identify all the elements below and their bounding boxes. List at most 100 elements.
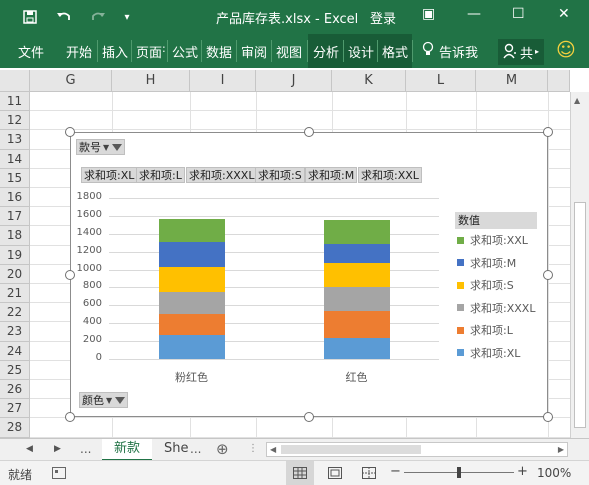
redo-icon[interactable] [84,7,112,27]
resize-handle[interactable] [543,270,553,280]
row-header[interactable]: 25 [0,360,30,380]
row-header[interactable]: 15 [0,168,30,188]
row-header[interactable]: 23 [0,322,30,342]
zoom-out-button[interactable]: − [390,464,401,479]
row-header[interactable]: 18 [0,226,30,246]
bar-segment[interactable] [323,263,390,287]
row-header[interactable]: 19 [0,245,30,265]
bar-segment[interactable] [323,310,390,338]
bar-segment[interactable] [158,218,225,242]
resize-handle[interactable] [543,412,553,422]
bar-segment[interactable] [323,220,390,244]
column-header[interactable]: J [256,70,332,92]
row-header[interactable]: 16 [0,188,30,208]
column-header[interactable]: L [406,70,476,92]
sheet-more-left[interactable]: ... [80,442,91,456]
legend-item[interactable]: 求和项:XXL [457,232,528,248]
pivot-chart[interactable]: 款号 ▼ 求和项:XL 求和项:L 求和项:XXXL 求和项:S 求和项:M 求和… [70,132,548,417]
legend-item[interactable]: 求和项:S [457,277,514,293]
resize-handle[interactable] [304,412,314,422]
row-header[interactable]: 14 [0,149,30,169]
select-all-corner[interactable] [0,70,30,92]
column-header[interactable]: I [190,70,256,92]
row-header[interactable]: 21 [0,284,30,304]
save-icon[interactable] [20,7,40,27]
tab-review[interactable]: 审阅 [241,42,267,61]
resize-handle[interactable] [65,270,75,280]
column-header[interactable] [548,70,570,92]
sheet-next-icon[interactable]: ▶ [54,444,61,454]
zoom-in-button[interactable]: + [517,464,528,479]
bar-segment[interactable] [323,337,390,359]
scroll-up-icon[interactable]: ▲ [574,96,580,105]
row-header[interactable]: 26 [0,380,30,400]
tell-me-box[interactable]: 告诉我 [439,42,478,61]
resize-handle[interactable] [543,127,553,137]
row-header[interactable]: 28 [0,418,30,438]
tab-data[interactable]: 数据 [206,42,232,61]
tab-file[interactable]: 文件 [18,42,44,61]
resize-handle[interactable] [304,127,314,137]
row-header[interactable]: 24 [0,341,30,361]
minimize-button[interactable]: — [467,6,481,22]
add-sheet-icon[interactable]: ⊕ [216,440,229,458]
legend-item[interactable]: 求和项:M [457,255,516,271]
value-field-button[interactable]: 求和项:XXXL [186,167,258,183]
bar-segment[interactable] [323,243,390,264]
customize-qa-button[interactable]: ▾ [120,7,134,27]
smiley-icon[interactable]: ☺ [556,39,576,61]
legend-item[interactable]: 求和项:XL [457,345,520,361]
bar-segment[interactable] [158,266,225,292]
row-header[interactable]: 11 [0,92,30,112]
row-header[interactable]: 12 [0,111,30,131]
bar-segment[interactable] [158,291,225,315]
bar-segment[interactable] [323,286,390,311]
tab-formulas[interactable]: 公式 [172,42,198,61]
bar-segment[interactable] [158,241,225,267]
row-header[interactable]: 17 [0,207,30,227]
column-header[interactable]: H [112,70,190,92]
tab-design[interactable]: 设计 [348,42,374,61]
page-break-view-icon[interactable] [362,467,376,482]
tab-view[interactable]: 视图 [276,42,302,61]
filter-field-button[interactable]: 款号 ▼ [76,139,126,155]
value-field-button[interactable]: 求和项:XXL [358,167,422,183]
bar-segment[interactable] [158,334,225,359]
zoom-slider-thumb[interactable] [457,467,461,478]
scroll-thumb[interactable] [574,202,586,428]
sheet-tab[interactable]: She [164,441,189,456]
row-header[interactable]: 20 [0,264,30,284]
tab-analyze[interactable]: 分析 [313,42,339,61]
sheet-more-right[interactable]: ... [190,442,201,456]
sheet-tab-active[interactable]: 新款 [102,439,152,461]
row-header[interactable]: 27 [0,399,30,419]
column-header[interactable]: K [332,70,406,92]
resize-handle[interactable] [65,412,75,422]
login-link[interactable]: 登录 [370,8,396,27]
maximize-button[interactable]: ☐ [512,6,525,22]
bar-segment[interactable] [158,314,225,335]
scroll-right-icon[interactable]: ▶ [558,445,564,454]
page-layout-view-icon[interactable] [328,467,342,482]
tab-page-layout[interactable]: 页面 [136,42,162,61]
axis-field-button[interactable]: 颜色 ▼ [79,392,129,408]
tab-insert[interactable]: 插入 [102,42,128,61]
row-header[interactable]: 13 [0,130,30,150]
value-field-button[interactable]: 求和项:L [136,167,185,183]
legend-item[interactable]: 求和项:XXXL [457,300,535,316]
ribbon-display-icon[interactable]: ▣ [422,6,435,22]
row-header[interactable]: 22 [0,303,30,323]
tab-format[interactable]: 格式 [382,42,408,61]
share-button[interactable]: 共 ▸ [498,39,544,65]
vertical-scrollbar[interactable]: ▲ [570,92,589,438]
scroll-thumb[interactable] [281,445,421,454]
value-field-button[interactable]: 求和项:S [255,167,305,183]
zoom-level[interactable]: 100% [537,466,571,480]
value-field-button[interactable]: 求和项:XL [81,167,138,183]
undo-icon[interactable] [50,7,78,27]
close-button[interactable]: ✕ [558,6,570,22]
normal-view-button[interactable] [286,461,314,485]
scroll-left-icon[interactable]: ◀ [270,445,276,454]
split-handle-icon[interactable]: ⋮ [248,443,258,454]
legend-item[interactable]: 求和项:L [457,322,513,338]
